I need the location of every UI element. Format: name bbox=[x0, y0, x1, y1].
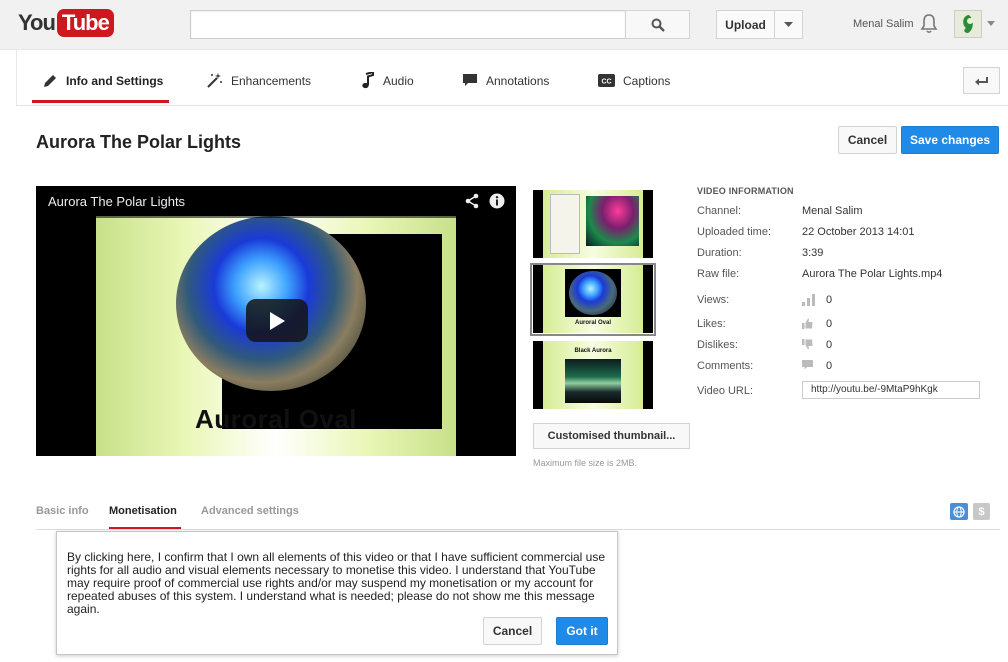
upload-button[interactable]: Upload bbox=[716, 10, 775, 39]
thumbnail-option-1[interactable] bbox=[533, 190, 653, 258]
bell-icon bbox=[920, 14, 938, 34]
views-bar-chart-icon bbox=[802, 294, 815, 306]
got-it-button[interactable]: Got it bbox=[556, 617, 608, 645]
speech-bubble-icon bbox=[463, 74, 477, 86]
subtab-monetisation[interactable]: Monetisation bbox=[109, 505, 177, 517]
tab-enhancements[interactable]: Enhancements bbox=[206, 53, 311, 108]
active-subtab-indicator bbox=[109, 527, 181, 529]
thumbnail-slide: Black Aurora bbox=[543, 341, 643, 409]
thumbnail-option-2[interactable]: Auroral Oval bbox=[533, 265, 653, 333]
masthead: You Tube Upload Menal Salim bbox=[0, 0, 1008, 50]
upload-dropdown-button[interactable] bbox=[774, 10, 803, 39]
thumbnail-slide bbox=[543, 190, 643, 258]
avatar-image-icon bbox=[963, 15, 973, 33]
uploaded-time-value: 22 October 2013 14:01 bbox=[802, 226, 915, 238]
search-button[interactable] bbox=[625, 10, 690, 39]
thumbnail-label: Black Aurora bbox=[574, 348, 612, 354]
tab-label: Captions bbox=[623, 73, 671, 88]
svg-text:CC: CC bbox=[601, 79, 611, 86]
subtab-basic-info[interactable]: Basic info bbox=[36, 505, 89, 517]
video-url-label: Video URL: bbox=[697, 385, 754, 397]
comments-label: Comments: bbox=[697, 360, 754, 372]
search-icon bbox=[651, 18, 665, 32]
monetisation-dollar-button[interactable]: $ bbox=[973, 503, 990, 520]
tab-label: Annotations bbox=[486, 73, 550, 88]
max-file-size-note: Maximum file size is 2MB. bbox=[533, 458, 638, 468]
raw-file-value: Aurora The Polar Lights.mp4 bbox=[802, 268, 943, 280]
back-button[interactable] bbox=[963, 67, 1000, 94]
avatar[interactable] bbox=[954, 10, 982, 38]
video-player[interactable]: Auroral Oval Aurora The Polar Lights bbox=[36, 186, 516, 456]
pencil-icon bbox=[44, 74, 56, 87]
save-changes-button[interactable]: Save changes bbox=[901, 126, 999, 154]
channel-value: Menal Salim bbox=[802, 205, 863, 217]
back-arrow-icon bbox=[974, 76, 988, 85]
active-tab-indicator bbox=[32, 100, 169, 103]
duration-value: 3:39 bbox=[802, 247, 824, 259]
cancel-button[interactable]: Cancel bbox=[838, 126, 897, 154]
tab-audio[interactable]: Audio bbox=[361, 53, 414, 108]
avatar-dropdown-icon[interactable] bbox=[987, 21, 995, 26]
page-title: Aurora The Polar Lights bbox=[36, 132, 242, 152]
tab-label: Enhancements bbox=[231, 73, 312, 88]
channel-label: Channel: bbox=[697, 205, 742, 217]
likes-label: Likes: bbox=[697, 318, 726, 330]
globe-icon bbox=[953, 505, 965, 518]
dislikes-label: Dislikes: bbox=[697, 339, 738, 351]
thumbnail-earth-image bbox=[569, 271, 617, 315]
views-value: 0 bbox=[826, 294, 833, 306]
magic-wand-icon bbox=[207, 73, 222, 88]
username[interactable]: Menal Salim bbox=[853, 18, 914, 30]
info-icon[interactable] bbox=[489, 193, 505, 209]
customised-thumbnail-button[interactable]: Customised thumbnail... bbox=[533, 423, 690, 449]
tab-annotations[interactable]: Annotations bbox=[462, 53, 549, 108]
logo-you-text: You bbox=[18, 10, 56, 35]
comments-value: 0 bbox=[826, 360, 833, 372]
share-icon[interactable] bbox=[464, 193, 480, 209]
dislikes-value: 0 bbox=[826, 339, 833, 351]
logo-tube-text: Tube bbox=[56, 9, 114, 37]
duration-label: Duration: bbox=[697, 247, 742, 259]
uploaded-time-label: Uploaded time: bbox=[697, 226, 771, 238]
comment-icon bbox=[802, 360, 813, 370]
player-title[interactable]: Aurora The Polar Lights bbox=[48, 194, 185, 209]
settings-subtabs bbox=[36, 496, 1000, 530]
youtube-logo[interactable]: You Tube bbox=[18, 9, 114, 37]
video-url-field[interactable]: http://youtu.be/-9MtaP9hKgk bbox=[802, 381, 980, 399]
tab-captions[interactable]: CC Captions bbox=[598, 53, 670, 108]
thumbnail-label: Auroral Oval bbox=[574, 320, 611, 326]
notifications-button[interactable] bbox=[920, 13, 938, 37]
cc-icon: CC bbox=[598, 74, 615, 87]
thumbs-down-icon bbox=[802, 339, 813, 350]
thumbnail-aurora-image bbox=[586, 196, 639, 246]
slide-caption: Auroral Oval bbox=[194, 404, 358, 434]
dialog-cancel-button[interactable]: Cancel bbox=[483, 617, 542, 645]
thumbnail-text-panel bbox=[550, 194, 580, 254]
dialog-message: By clicking here, I confirm that I own a… bbox=[67, 550, 606, 616]
search-input[interactable] bbox=[190, 10, 626, 39]
play-icon bbox=[270, 311, 285, 330]
dollar-icon: $ bbox=[978, 505, 985, 518]
tab-label: Info and Settings bbox=[66, 73, 164, 88]
views-label: Views: bbox=[697, 294, 730, 306]
monetisation-confirmation-dialog: By clicking here, I confirm that I own a… bbox=[56, 531, 618, 655]
subtab-advanced-settings[interactable]: Advanced settings bbox=[201, 505, 299, 517]
tab-label: Audio bbox=[383, 73, 414, 88]
play-button[interactable] bbox=[246, 299, 308, 342]
privacy-globe-button[interactable] bbox=[950, 503, 968, 520]
thumbnail-slide: Auroral Oval bbox=[543, 265, 643, 333]
thumbnail-aurora-image bbox=[565, 359, 621, 403]
video-info-heading: VIDEO INFORMATION bbox=[697, 186, 794, 196]
raw-file-label: Raw file: bbox=[697, 268, 740, 280]
likes-value: 0 bbox=[826, 318, 833, 330]
thumbnail-option-3[interactable]: Black Aurora bbox=[533, 341, 653, 409]
music-note-icon bbox=[362, 72, 374, 89]
thumbs-up-icon bbox=[802, 318, 813, 329]
chevron-down-icon bbox=[784, 22, 793, 27]
